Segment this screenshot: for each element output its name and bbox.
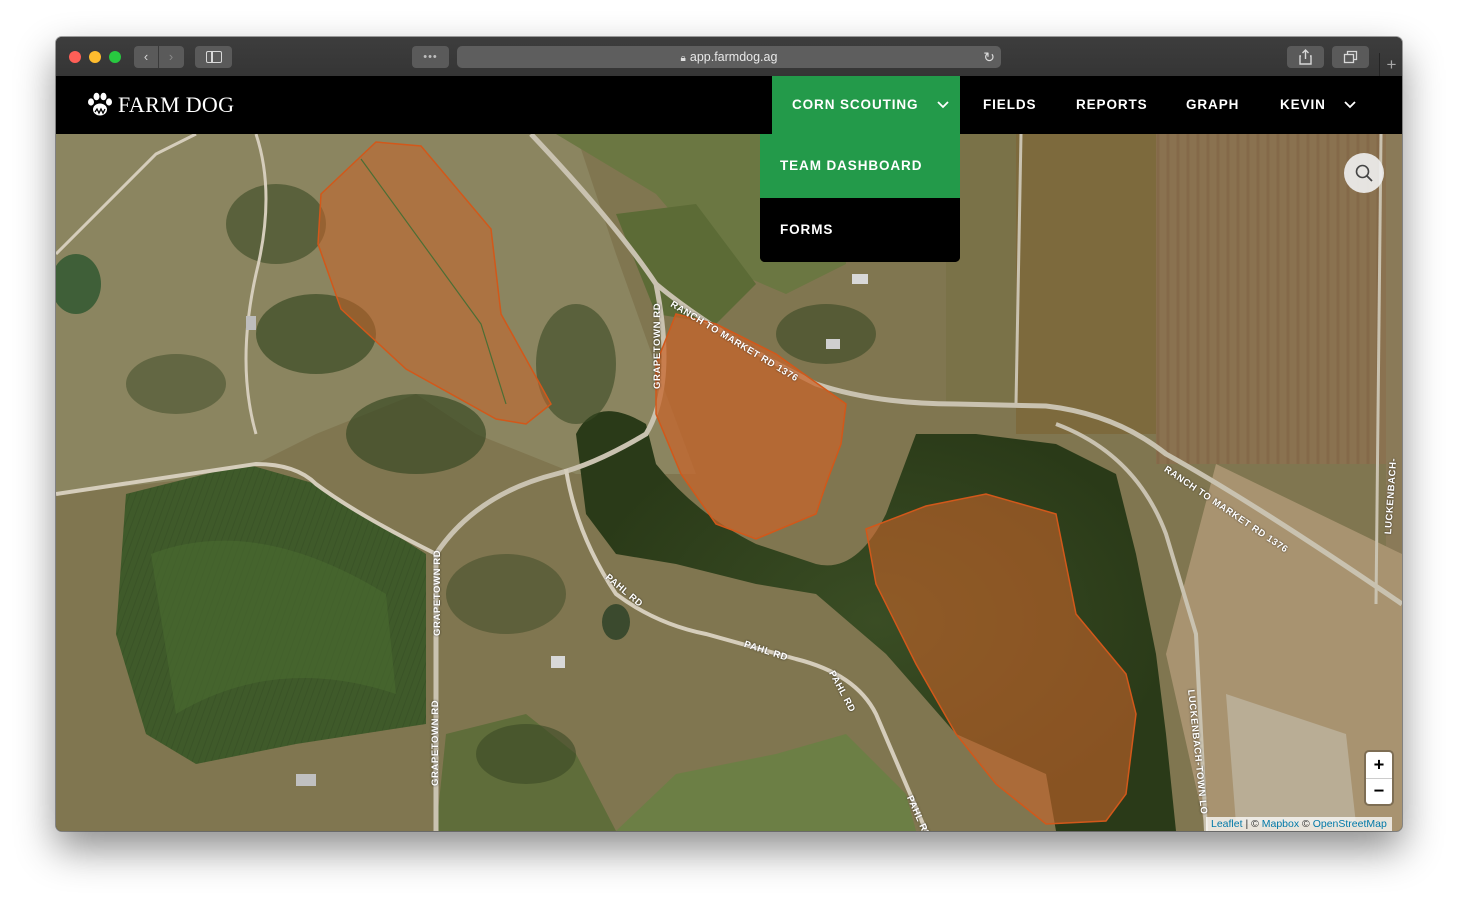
corn-scouting-dropdown: TEAM DASHBOARD FORMS (760, 134, 960, 262)
menu-item-forms[interactable]: FORMS (760, 198, 960, 262)
lock-icon: 🔒︎ (680, 53, 686, 64)
user-name: KEVIN (1280, 97, 1326, 112)
tabs-icon (1343, 50, 1358, 64)
attribution-copy: © (1299, 818, 1313, 830)
close-window-button[interactable] (69, 51, 81, 63)
share-icon (1299, 49, 1312, 65)
share-button[interactable] (1287, 46, 1324, 68)
map-search-button[interactable] (1344, 153, 1384, 193)
zoom-out-button[interactable]: − (1366, 778, 1392, 804)
road-label: GRAPETOWN RD (652, 302, 663, 389)
zoom-in-button[interactable]: + (1366, 752, 1392, 779)
forward-icon[interactable]: › (159, 46, 183, 68)
minimize-window-button[interactable] (89, 51, 101, 63)
zoom-control: + − (1366, 752, 1392, 804)
satellite-map[interactable]: GRAPETOWN RD RANCH TO MARKET RD 1376 RAN… (56, 134, 1402, 831)
menu-item-team-dashboard[interactable]: TEAM DASHBOARD (760, 134, 960, 198)
history-nav: ‹ › (134, 46, 184, 68)
search-icon (1355, 164, 1373, 182)
openstreetmap-link[interactable]: OpenStreetMap (1313, 818, 1387, 830)
url-text: app.farmdog.ag (689, 50, 778, 64)
nav-corn-scouting[interactable]: CORN SCOUTING (772, 76, 960, 134)
browser-toolbar: ‹ › ••• 🔒︎ app.farmdog.ag ↻ + (56, 37, 1402, 77)
attribution-separator: | © (1242, 818, 1262, 830)
map-imagery (56, 134, 1402, 831)
road-label: GRAPETOWN RD (432, 549, 443, 636)
sidebar-toggle-button[interactable] (195, 46, 232, 68)
nav-corn-scouting-label: CORN SCOUTING (792, 97, 919, 112)
app-header: FARM DOG CORN SCOUTING FIELDS REPORTS GR… (56, 76, 1402, 134)
nav-fields[interactable]: FIELDS (983, 76, 1036, 134)
show-tabs-button[interactable] (1332, 46, 1369, 68)
mapbox-link[interactable]: Mapbox (1262, 818, 1299, 830)
top-sites-button[interactable]: ••• (412, 46, 449, 68)
road-label: GRAPETOWN RD (430, 699, 441, 786)
nav-graph[interactable]: GRAPH (1186, 76, 1239, 134)
map-attribution: Leaflet | © Mapbox © OpenStreetMap (1206, 817, 1392, 831)
address-bar[interactable]: 🔒︎ app.farmdog.ag ↻ (457, 46, 1001, 68)
browser-window: ‹ › ••• 🔒︎ app.farmdog.ag ↻ + FARM DOG C… (56, 37, 1402, 831)
chevron-down-icon (1344, 101, 1357, 109)
zoom-window-button[interactable] (109, 51, 121, 63)
paw-icon (88, 92, 112, 116)
logo[interactable]: FARM DOG (86, 91, 234, 119)
new-tab-button[interactable]: + (1379, 53, 1402, 76)
leaflet-link[interactable]: Leaflet (1211, 818, 1243, 830)
chevron-down-icon (937, 101, 949, 109)
brand-name: FARM DOG (118, 92, 235, 117)
nav-user-menu[interactable]: KEVIN (1280, 76, 1357, 134)
nav-reports[interactable]: REPORTS (1076, 76, 1148, 134)
back-icon[interactable]: ‹ (134, 46, 159, 68)
sidebar-icon (206, 51, 222, 63)
reload-icon[interactable]: ↻ (983, 46, 995, 68)
